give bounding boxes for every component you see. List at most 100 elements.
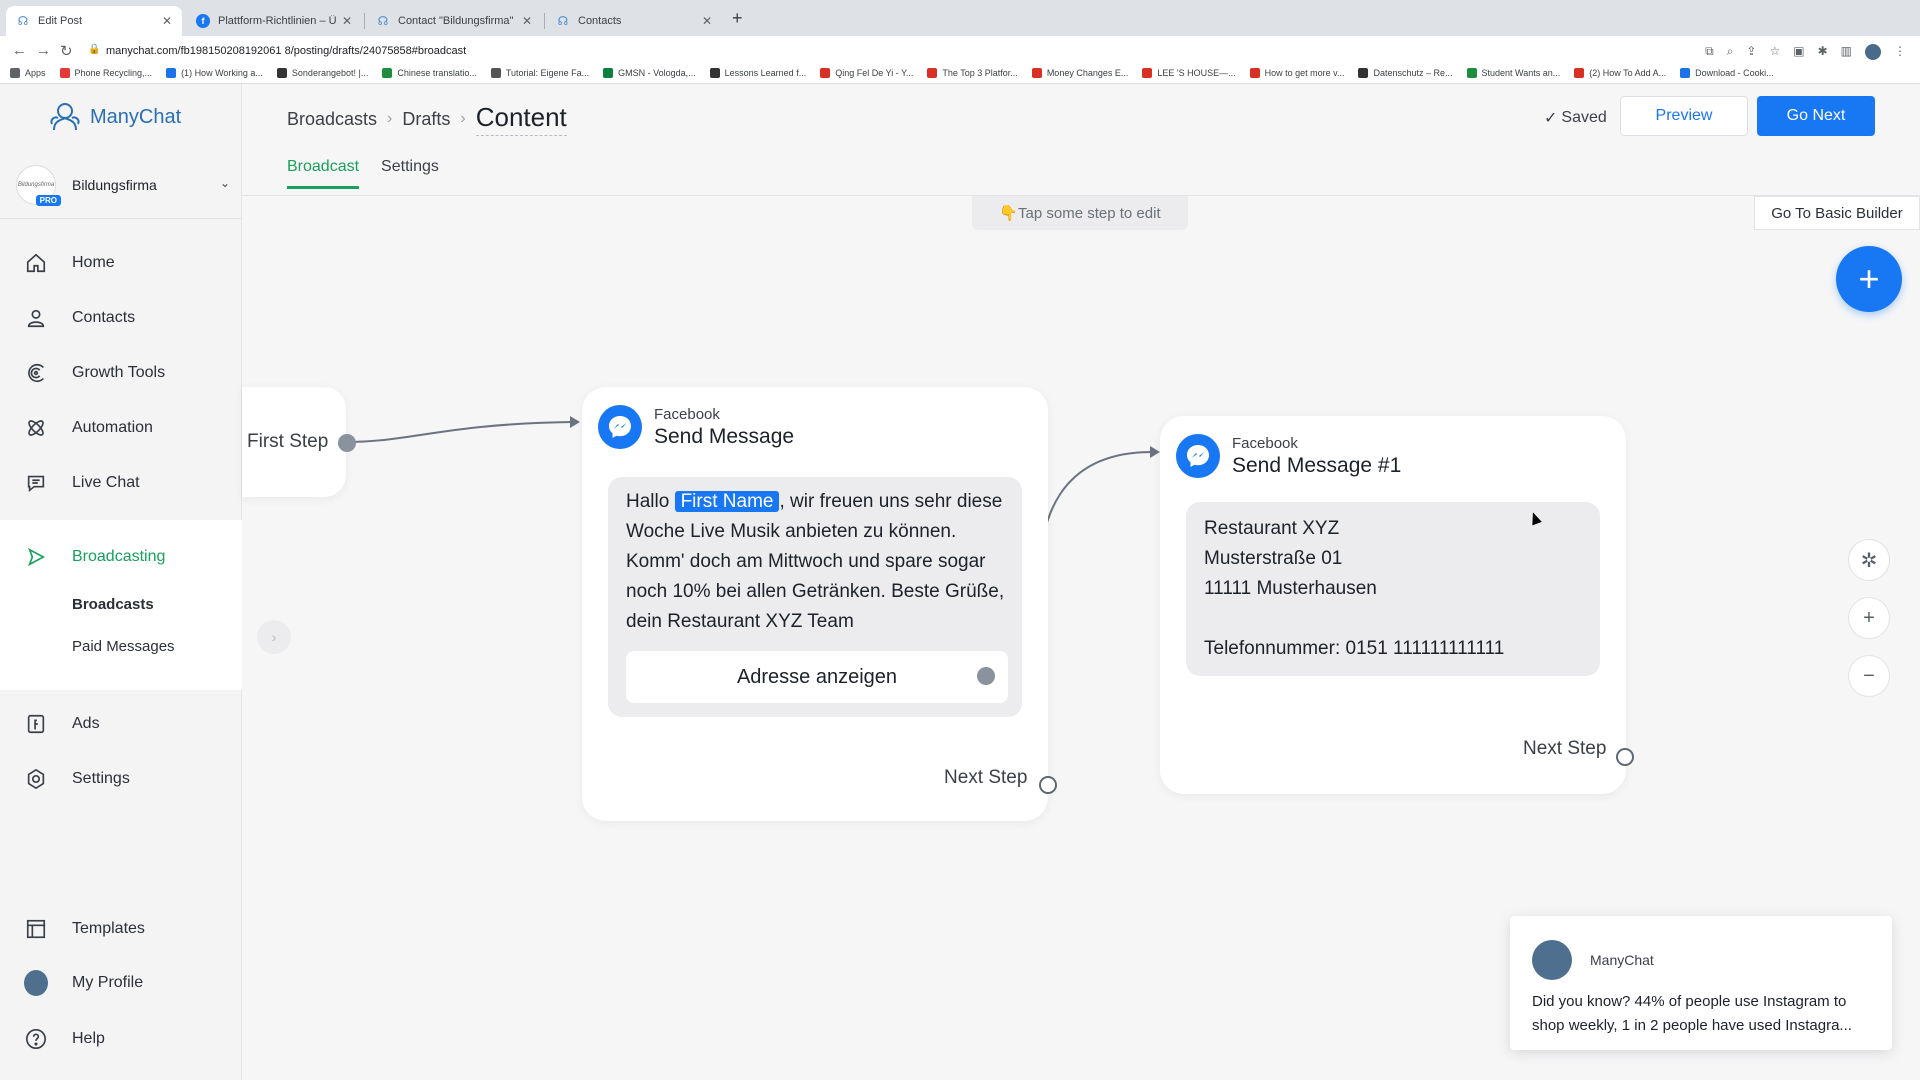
- expand-panel-button[interactable]: ›: [257, 620, 291, 654]
- magic-wand-button[interactable]: ✲: [1848, 539, 1890, 581]
- minus-icon: −: [1863, 664, 1875, 687]
- sidebar-item-my-profile[interactable]: My Profile: [24, 968, 143, 998]
- growth-tools-icon: [24, 361, 48, 385]
- close-tab-icon[interactable]: ✕: [342, 14, 352, 28]
- bookmark-item[interactable]: GMSN - Vologda,...: [603, 67, 696, 78]
- bookmark-item[interactable]: LEE 'S HOUSE—...: [1142, 67, 1236, 78]
- bookmark-label: Datenschutz – Re...: [1373, 67, 1453, 78]
- next-step-port[interactable]: [1616, 748, 1634, 766]
- sidebar-item-home[interactable]: Home: [24, 248, 115, 278]
- first-step-label: First Step: [247, 431, 329, 452]
- message-bubble[interactable]: Restaurant XYZ Musterstraße 01 11111 Mus…: [1186, 502, 1600, 676]
- bookmark-item[interactable]: Chinese translatio...: [382, 67, 477, 78]
- puzzle-icon[interactable]: ✱: [1818, 44, 1828, 60]
- browser-tab[interactable]: ☊ Contacts ✕: [546, 6, 722, 36]
- send-message-1-node[interactable]: Facebook Send Message #1 Restaurant XYZ …: [1160, 416, 1626, 794]
- bookmark-item[interactable]: Qing Fel De Yi - Y...: [820, 67, 913, 78]
- bookmark-item[interactable]: Apps: [10, 67, 46, 78]
- sidebar-item-ads[interactable]: Ads: [24, 709, 100, 739]
- sidebar-item-live-chat[interactable]: Live Chat: [24, 468, 140, 498]
- sidebar-item-growth-tools[interactable]: Growth Tools: [24, 358, 165, 388]
- share-icon[interactable]: ⇪: [1746, 44, 1756, 60]
- breadcrumb-broadcasts[interactable]: Broadcasts: [287, 109, 377, 130]
- add-step-button[interactable]: +: [1836, 246, 1902, 312]
- new-tab-icon[interactable]: +: [732, 8, 743, 29]
- bookmark-item[interactable]: Lessons Learned f...: [709, 67, 806, 78]
- send-message-node[interactable]: Facebook Send Message Hallo First Name, …: [582, 387, 1048, 821]
- sidebar-subitem-paid-messages[interactable]: Paid Messages: [72, 638, 175, 655]
- breadcrumb-drafts[interactable]: Drafts: [402, 109, 450, 130]
- bookmark-item[interactable]: Download - Cooki...: [1680, 67, 1774, 78]
- menu-icon[interactable]: ⋮: [1894, 44, 1906, 60]
- reload-icon[interactable]: ↻: [60, 42, 73, 60]
- sidebar-item-broadcasting[interactable]: Broadcasting: [24, 542, 165, 572]
- page-title[interactable]: Content: [475, 102, 567, 136]
- star-icon[interactable]: ☆: [1769, 44, 1780, 60]
- basic-builder-button[interactable]: Go To Basic Builder: [1754, 196, 1920, 230]
- message-bubble[interactable]: Hallo First Name, wir freuen uns sehr di…: [608, 477, 1022, 717]
- sidebar-item-contacts[interactable]: Contacts: [24, 303, 135, 333]
- account-switcher[interactable]: Bildungsfirma PRO Bildungsfirma ⌄: [16, 160, 238, 210]
- chat-notification[interactable]: ManyChat Did you know? 44% of people use…: [1510, 916, 1892, 1050]
- sidebar-subitem-broadcasts[interactable]: Broadcasts: [72, 596, 154, 613]
- url-field[interactable]: manychat.com/fb198150208192061 8/posting…: [106, 45, 466, 57]
- sidebar-item-templates[interactable]: Templates: [24, 914, 145, 944]
- sidebar-item-help[interactable]: Help: [24, 1024, 105, 1054]
- forward-icon[interactable]: →: [36, 42, 51, 59]
- manychat-favicon-icon: ☊: [557, 14, 569, 28]
- tab-settings[interactable]: Settings: [381, 158, 439, 189]
- sidebar-divider: [0, 218, 242, 219]
- close-tab-icon[interactable]: ✕: [162, 14, 172, 28]
- translate-icon[interactable]: ⧉: [1705, 44, 1714, 60]
- extension-icon[interactable]: ▣: [1793, 44, 1804, 60]
- adresse-anzeigen-button[interactable]: Adresse anzeigen: [626, 651, 1008, 703]
- bookmark-item[interactable]: Sonderangebot! |...: [276, 67, 368, 78]
- bookmark-item[interactable]: (1) How Working a...: [166, 67, 263, 78]
- chevron-right-icon: ›: [460, 110, 466, 127]
- first-step-node[interactable]: First Step: [242, 387, 346, 497]
- bookmark-favicon-icon: [1358, 67, 1369, 78]
- tab-broadcast[interactable]: Broadcast: [287, 158, 360, 189]
- zoom-icon[interactable]: ⌕: [1727, 44, 1734, 60]
- ads-icon: [24, 712, 48, 736]
- tabs: Broadcast Settings: [287, 158, 439, 189]
- bookmark-item[interactable]: Tutorial: Eigene Fa...: [490, 67, 590, 78]
- saved-status: ✓ Saved: [1544, 108, 1607, 128]
- message-text: Hallo First Name, wir freuen uns sehr di…: [626, 487, 1010, 637]
- facebook-favicon-icon: f: [196, 14, 210, 28]
- bookmark-item[interactable]: How to get more v...: [1249, 67, 1344, 78]
- go-next-button[interactable]: Go Next: [1757, 96, 1875, 136]
- browser-tab[interactable]: f Plattform-Richtlinien – Übersicht ✕: [186, 6, 362, 36]
- back-icon[interactable]: ←: [12, 42, 27, 59]
- automation-icon: [24, 416, 48, 440]
- saved-label: Saved: [1561, 109, 1607, 126]
- first-name-variable-chip[interactable]: First Name: [674, 491, 780, 512]
- browser-tab[interactable]: ☊ Contact "Bildungsfirma" through ✕: [366, 6, 542, 36]
- bookmark-label: GMSN - Vologda,...: [618, 67, 696, 78]
- bookmark-favicon-icon: [1249, 67, 1260, 78]
- close-tab-icon[interactable]: ✕: [522, 14, 532, 28]
- node-title: Send Message: [654, 424, 795, 448]
- sidepanel-icon[interactable]: ▥: [1841, 44, 1852, 60]
- first-step-port[interactable]: [338, 434, 356, 452]
- close-tab-icon[interactable]: ✕: [702, 14, 712, 28]
- browser-tab[interactable]: ☊ Edit Post ✕: [6, 6, 182, 36]
- preview-button[interactable]: Preview: [1620, 96, 1748, 136]
- bookmark-item[interactable]: Datenschutz – Re...: [1358, 67, 1453, 78]
- logo[interactable]: ManyChat: [48, 100, 181, 134]
- bookmark-item[interactable]: Phone Recycling,...: [59, 67, 152, 78]
- next-step-port[interactable]: [1039, 776, 1057, 794]
- zoom-out-button[interactable]: −: [1848, 655, 1890, 697]
- profile-avatar[interactable]: [1865, 44, 1881, 60]
- bookmark-favicon-icon: [1142, 67, 1153, 78]
- sidebar-item-automation[interactable]: Automation: [24, 413, 153, 443]
- bookmark-item[interactable]: The Top 3 Platfor...: [927, 67, 1018, 78]
- bookmark-item[interactable]: Money Changes E...: [1031, 67, 1128, 78]
- zoom-in-button[interactable]: +: [1848, 597, 1890, 639]
- bookmark-item[interactable]: Student Wants an...: [1466, 67, 1560, 78]
- bookmark-item[interactable]: (2) How To Add A...: [1574, 67, 1666, 78]
- bookmark-label: Tutorial: Eigene Fa...: [505, 67, 590, 78]
- sidebar-item-settings[interactable]: Settings: [24, 764, 130, 794]
- chevron-down-icon: ⌄: [219, 176, 230, 190]
- button-port[interactable]: [977, 667, 995, 685]
